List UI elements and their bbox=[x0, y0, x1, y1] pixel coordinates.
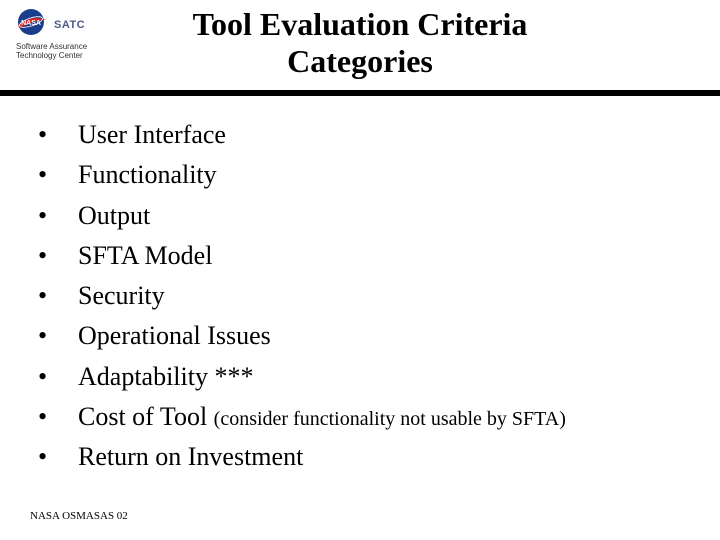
bullet-text: Functionality bbox=[78, 155, 690, 195]
bullet-main: Operational Issues bbox=[78, 321, 271, 350]
bullet-icon: • bbox=[30, 357, 78, 397]
slide: NASA SATC Software Assurance Technology … bbox=[0, 0, 720, 540]
bullet-paren: (consider functionality not usable by SF… bbox=[214, 408, 566, 430]
slide-title: Tool Evaluation Criteria Categories bbox=[0, 6, 720, 80]
bullet-text: Security bbox=[78, 276, 690, 316]
bullet-main: Adaptability *** bbox=[78, 362, 253, 391]
bullet-icon: • bbox=[30, 196, 78, 236]
list-item: • Security bbox=[30, 276, 690, 316]
bullet-main: User Interface bbox=[78, 120, 226, 149]
bullet-main: SFTA Model bbox=[78, 241, 212, 270]
bullet-text: Cost of Tool (consider functionality not… bbox=[78, 397, 690, 437]
bullet-icon: • bbox=[30, 437, 78, 477]
title-line-2: Categories bbox=[0, 43, 720, 80]
bullet-icon: • bbox=[30, 236, 78, 276]
title-line-1: Tool Evaluation Criteria bbox=[0, 6, 720, 43]
bullet-text: Adaptability *** bbox=[78, 357, 690, 397]
header-divider bbox=[0, 90, 720, 96]
list-item: • Return on Investment bbox=[30, 437, 690, 477]
slide-header: NASA SATC Software Assurance Technology … bbox=[0, 0, 720, 90]
slide-footer: NASA OSMASAS 02 bbox=[30, 510, 128, 522]
bullet-main: Functionality bbox=[78, 160, 217, 189]
list-item: • Adaptability *** bbox=[30, 357, 690, 397]
list-item: • Functionality bbox=[30, 155, 690, 195]
bullet-text: Return on Investment bbox=[78, 437, 690, 477]
list-item: • Cost of Tool (consider functionality n… bbox=[30, 397, 690, 437]
bullet-icon: • bbox=[30, 155, 78, 195]
bullet-text: SFTA Model bbox=[78, 236, 690, 276]
bullet-icon: • bbox=[30, 316, 78, 356]
bullet-text: Output bbox=[78, 196, 690, 236]
bullet-main: Return on Investment bbox=[78, 442, 303, 471]
bullet-icon: • bbox=[30, 276, 78, 316]
list-item: • Operational Issues bbox=[30, 316, 690, 356]
bullet-icon: • bbox=[30, 397, 78, 437]
bullet-list: • User Interface • Functionality • Outpu… bbox=[30, 115, 690, 478]
bullet-icon: • bbox=[30, 115, 78, 155]
slide-body: • User Interface • Functionality • Outpu… bbox=[30, 115, 690, 478]
list-item: • Output bbox=[30, 196, 690, 236]
list-item: • User Interface bbox=[30, 115, 690, 155]
bullet-main: Cost of Tool bbox=[78, 402, 214, 431]
bullet-text: User Interface bbox=[78, 115, 690, 155]
bullet-main: Security bbox=[78, 281, 165, 310]
bullet-main: Output bbox=[78, 201, 150, 230]
bullet-text: Operational Issues bbox=[78, 316, 690, 356]
list-item: • SFTA Model bbox=[30, 236, 690, 276]
